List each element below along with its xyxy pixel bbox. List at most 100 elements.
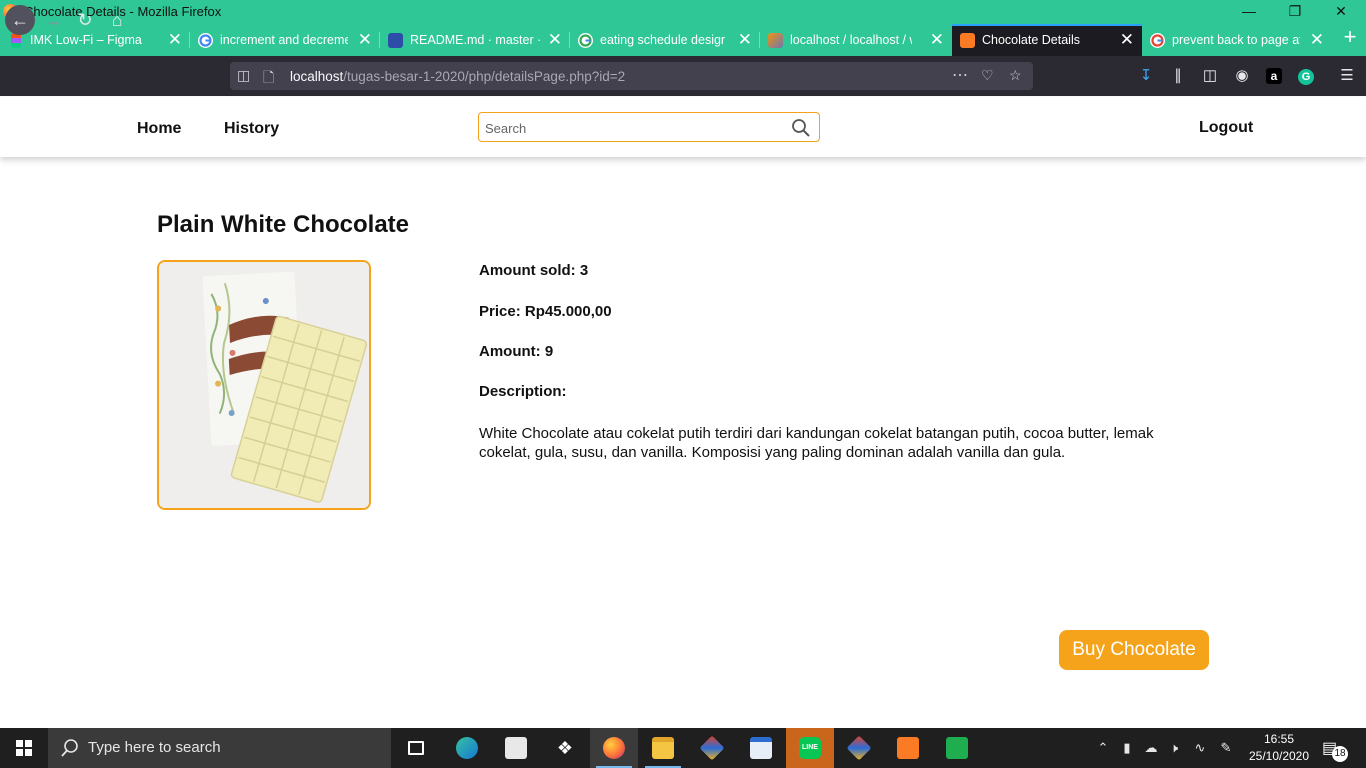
- sidebar-icon[interactable]: ◫: [1199, 64, 1221, 88]
- taskbar-search[interactable]: Type here to search: [48, 728, 391, 768]
- pocket-icon[interactable]: ♡: [981, 67, 994, 84]
- taskbar-firefox[interactable]: [590, 728, 638, 768]
- shield-icon[interactable]: ◫: [237, 67, 250, 84]
- image-app-icon: [946, 737, 968, 759]
- volume-muted-icon[interactable]: 🕨: [1166, 740, 1182, 756]
- close-tab-icon[interactable]: ✕: [358, 30, 372, 50]
- taskbar-clock[interactable]: 16:55 25/10/2020: [1244, 731, 1314, 765]
- close-tab-icon[interactable]: ✕: [168, 30, 182, 50]
- tab-chocolate-details[interactable]: Chocolate Details ✕: [952, 24, 1142, 56]
- task-view-icon: [408, 741, 424, 755]
- battery-icon[interactable]: ▮: [1119, 740, 1135, 756]
- taskbar-git[interactable]: [688, 728, 736, 768]
- page-info-icon[interactable]: 🗋: [263, 67, 274, 91]
- tab-prevent-back[interactable]: prevent back to page aft ✕: [1142, 24, 1332, 56]
- nav-home-link[interactable]: Home: [137, 120, 181, 138]
- pen-icon[interactable]: ✎: [1218, 740, 1234, 756]
- home-button[interactable]: ⌂: [103, 6, 131, 34]
- figma-icon: [11, 33, 21, 48]
- tab-label: localhost / localhost / w: [790, 33, 912, 47]
- search-icon: [61, 739, 78, 757]
- windows-logo-icon: [16, 740, 32, 756]
- tab-label: Chocolate Details: [982, 33, 1080, 47]
- tab-phpmyadmin[interactable]: localhost / localhost / w ✕: [760, 24, 952, 56]
- buy-chocolate-button[interactable]: Buy Chocolate: [1059, 630, 1209, 670]
- dropbox-icon: ❖: [556, 738, 574, 758]
- price: Price: Rp45.000,00: [479, 303, 612, 320]
- edge-icon: [456, 737, 478, 759]
- grammarly-icon[interactable]: G: [1295, 64, 1317, 88]
- taskbar-dropbox[interactable]: ❖: [541, 728, 589, 768]
- notification-center-button[interactable]: ▤ 18: [1322, 738, 1348, 762]
- close-tab-icon[interactable]: ✕: [930, 30, 944, 50]
- xampp-icon: [960, 33, 975, 48]
- clock-date: 25/10/2020: [1248, 749, 1310, 763]
- library-icon[interactable]: ∥: [1167, 64, 1189, 88]
- clock-time: 16:55: [1263, 732, 1295, 746]
- tab-label: IMK Low-Fi – Figma: [30, 33, 142, 47]
- close-tab-icon[interactable]: ✕: [548, 30, 562, 50]
- amount: Amount: 9: [479, 343, 554, 360]
- taskbar-edge[interactable]: [443, 728, 491, 768]
- google-icon: [1150, 33, 1165, 48]
- close-window-button[interactable]: ✕: [1318, 0, 1364, 24]
- back-button[interactable]: ←: [5, 5, 35, 35]
- git-icon: [846, 735, 872, 761]
- menu-icon[interactable]: ☰: [1336, 64, 1358, 88]
- tab-readme[interactable]: README.md · master · IF ✕: [380, 24, 570, 56]
- search-input[interactable]: [485, 119, 785, 137]
- forward-button[interactable]: →: [39, 6, 67, 34]
- close-tab-icon[interactable]: ✕: [738, 30, 752, 50]
- taskbar-file-explorer[interactable]: [639, 728, 687, 768]
- bookmark-star-icon[interactable]: ☆: [1009, 67, 1022, 84]
- logout-link[interactable]: Logout: [1199, 119, 1253, 137]
- task-view-button[interactable]: [392, 728, 440, 768]
- taskbar-image-app[interactable]: [933, 728, 981, 768]
- url-path: /tugas-besar-1-2020/php/detailsPage.php?…: [343, 69, 626, 84]
- close-tab-icon[interactable]: ✕: [1120, 30, 1134, 50]
- chocolate-bar-image: [159, 262, 369, 508]
- google-icon: [578, 33, 593, 48]
- search-box: [478, 112, 820, 142]
- close-tab-icon[interactable]: ✕: [1310, 30, 1324, 50]
- taskbar-amazon[interactable]: [492, 728, 540, 768]
- taskbar-search-text: Type here to search: [88, 739, 221, 756]
- taskbar-window-app[interactable]: [737, 728, 785, 768]
- taskbar-xampp[interactable]: [884, 728, 932, 768]
- notification-badge: 18: [1332, 746, 1348, 762]
- windows-taskbar: Type here to search ❖ LINE ⌃ ▮ ☁ 🕨 ∿ ✎ 1…: [0, 728, 1366, 768]
- gitlab-icon: [388, 33, 403, 48]
- minimize-button[interactable]: —: [1226, 0, 1272, 24]
- tab-label: increment and decreme: [220, 33, 348, 47]
- new-tab-button[interactable]: +: [1338, 26, 1362, 50]
- search-icon[interactable]: [791, 118, 811, 138]
- amount-sold: Amount sold: 3: [479, 262, 589, 279]
- show-hidden-icons[interactable]: ⌃: [1095, 740, 1111, 756]
- cloud-icon[interactable]: ☁: [1143, 740, 1159, 756]
- amazon-icon[interactable]: a: [1263, 64, 1285, 88]
- tab-strip: IMK Low-Fi – Figma ✕ increment and decre…: [0, 24, 1366, 56]
- description-text: White Chocolate atau cokelat putih terdi…: [479, 425, 1154, 461]
- url-text[interactable]: localhost/tugas-besar-1-2020/php/details…: [290, 69, 625, 84]
- wifi-icon[interactable]: ∿: [1192, 740, 1208, 756]
- page-actions-icon[interactable]: ⋯: [952, 65, 968, 85]
- site-header: Home History Logout: [0, 97, 1366, 157]
- reload-button[interactable]: ↻: [71, 6, 99, 34]
- tab-eating-schedule[interactable]: eating schedule design ✕: [570, 24, 760, 56]
- tab-label: README.md · master · IF: [410, 33, 540, 47]
- nav-history-link[interactable]: History: [224, 120, 279, 138]
- description-label: Description:: [479, 383, 567, 400]
- downloads-icon[interactable]: ↧: [1135, 64, 1157, 88]
- taskbar-line[interactable]: LINE: [786, 728, 834, 768]
- start-button[interactable]: [0, 728, 48, 768]
- product-title: Plain White Chocolate: [157, 211, 410, 238]
- google-icon: [198, 33, 213, 48]
- tab-label: prevent back to page aft: [1172, 33, 1300, 47]
- restore-button[interactable]: ❐: [1272, 0, 1318, 24]
- account-icon[interactable]: ◉: [1231, 64, 1253, 88]
- taskbar-git-2[interactable]: [835, 728, 883, 768]
- url-host: localhost: [290, 69, 344, 84]
- tab-increment[interactable]: increment and decreme ✕: [190, 24, 380, 56]
- window-titlebar: Chocolate Details - Mozilla Firefox — ❐ …: [0, 0, 1366, 24]
- url-bar[interactable]: ◫ 🗋 localhost/tugas-besar-1-2020/php/det…: [230, 62, 1033, 90]
